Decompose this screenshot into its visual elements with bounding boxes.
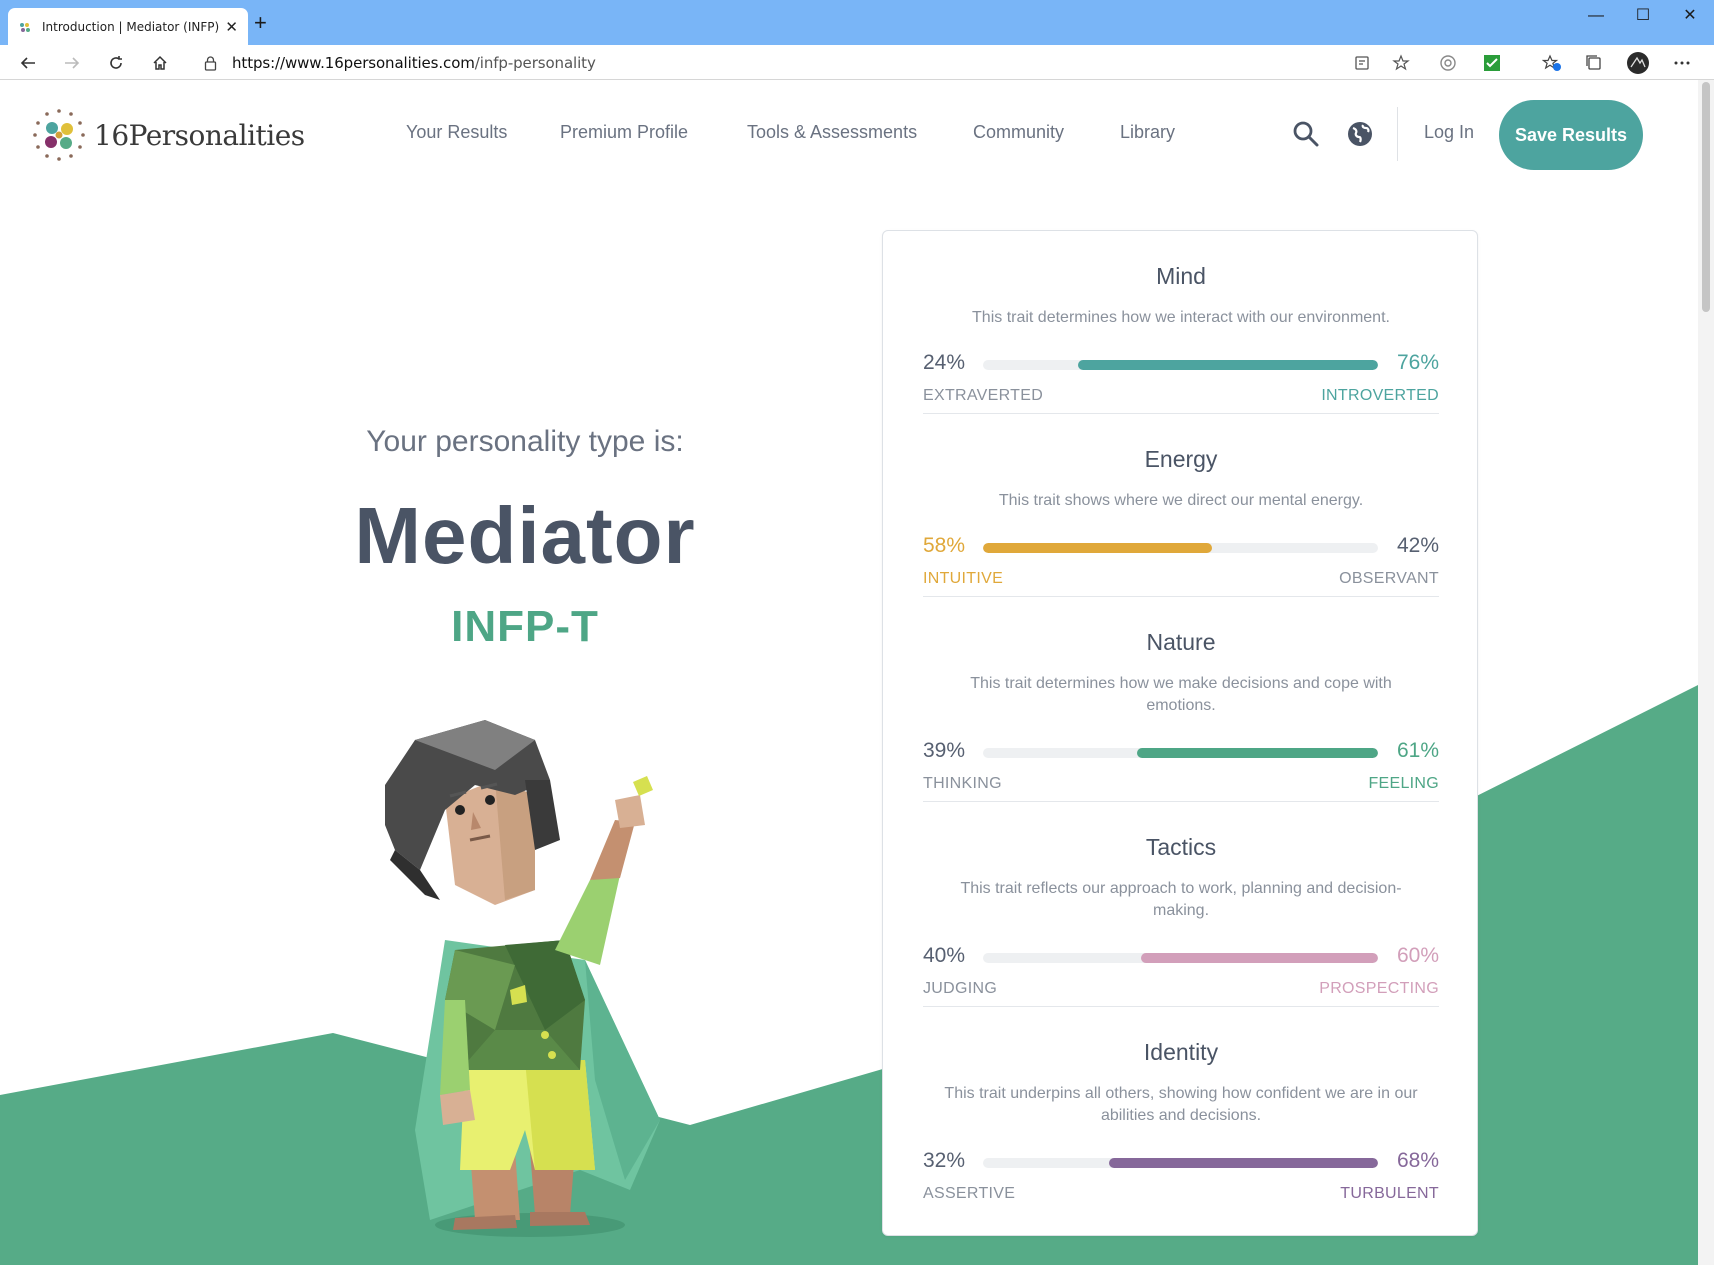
trait-progress-track <box>983 543 1378 553</box>
save-results-button[interactable]: Save Results <box>1499 100 1643 170</box>
trait-right-label: INTROVERTED <box>1321 387 1439 404</box>
trait-title: Energy <box>1144 446 1218 472</box>
trait-right-percent: 60% <box>1396 944 1439 967</box>
trait-left-percent: 58% <box>923 534 966 557</box>
more-options-icon[interactable] <box>1668 50 1696 76</box>
trait-progress-fill <box>1141 953 1378 963</box>
trait-right-label: PROSPECTING <box>1319 980 1439 997</box>
browser-titlebar: Introduction | Mediator (INFP) Pe ✕ + — … <box>0 0 1714 45</box>
trait-title: Nature <box>1146 629 1216 655</box>
trait-identity: Identity This trait underpins all others,… <box>923 1007 1439 1237</box>
back-icon[interactable] <box>14 50 42 76</box>
trait-description: This trait determines how we make decisi… <box>970 675 1392 714</box>
search-icon[interactable] <box>1292 120 1320 148</box>
trait-energy: Energy This trait shows where we direct o… <box>923 414 1439 597</box>
profile-avatar-icon[interactable] <box>1624 50 1652 76</box>
trait-progress-fill <box>1109 1158 1378 1168</box>
logo-dots-icon <box>33 109 85 161</box>
trait-right-percent: 76% <box>1396 351 1439 374</box>
trait-bar-row: 58% 42% <box>923 534 1439 562</box>
globe-icon[interactable] <box>1346 120 1374 148</box>
login-link[interactable]: Log In <box>1424 122 1474 143</box>
trait-title: Identity <box>1143 1039 1219 1065</box>
url-text: https://www.16personalities.com/infp-per… <box>232 54 596 72</box>
trait-left-percent: 40% <box>923 944 966 967</box>
reader-mode-icon[interactable] <box>1349 50 1377 76</box>
trait-title: Mind <box>1156 263 1206 289</box>
trait-progress-track <box>983 748 1378 758</box>
tab-title: Introduction | Mediator (INFP) Pe <box>42 19 220 34</box>
site-logo[interactable]: 16Personalities <box>32 108 305 162</box>
trait-right-label: OBSERVANT <box>1339 570 1439 587</box>
trait-progress-track <box>983 360 1378 370</box>
trait-nature: Nature This trait determines how we make … <box>923 597 1439 802</box>
trait-right-percent: 68% <box>1396 1149 1439 1172</box>
nav-premium-profile[interactable]: Premium Profile <box>560 122 688 143</box>
nav-tools-assessments[interactable]: Tools & Assessments <box>747 122 917 143</box>
nav-your-results[interactable]: Your Results <box>406 122 507 143</box>
nav-library[interactable]: Library <box>1120 122 1175 143</box>
trait-left-label: ASSERTIVE <box>923 1185 1016 1202</box>
trait-description: This trait determines how we interact wi… <box>972 309 1390 326</box>
trait-bar-row: 39% 61% <box>923 739 1439 767</box>
trait-left-percent: 24% <box>923 351 966 374</box>
trait-bar-row: 24% 76% <box>923 351 1439 379</box>
trait-progress-track <box>983 953 1378 963</box>
nav-community[interactable]: Community <box>973 122 1064 143</box>
trait-left-label: INTUITIVE <box>923 570 1004 587</box>
trait-tactics: Tactics This trait reflects our approach … <box>923 802 1439 1007</box>
trait-bar-row: 40% 60% <box>923 944 1439 972</box>
trait-left-percent: 39% <box>923 739 966 762</box>
trait-description: This trait shows where we direct our men… <box>998 492 1364 509</box>
trait-right-percent: 42% <box>1396 534 1439 557</box>
forward-icon[interactable] <box>58 50 86 76</box>
favorites-icon[interactable] <box>1538 50 1566 76</box>
traits-card: Mind This trait determines how we interac… <box>882 230 1478 1236</box>
favorite-star-icon[interactable] <box>1387 50 1415 76</box>
personality-type-name: Mediator <box>354 491 696 580</box>
trait-progress-fill <box>983 543 1212 553</box>
page-scrollbar[interactable] <box>1698 80 1714 1265</box>
maximize-icon[interactable]: ☐ <box>1620 4 1666 28</box>
mediator-character-illustration <box>385 720 660 1237</box>
close-window-icon[interactable]: ✕ <box>1667 4 1713 28</box>
home-icon[interactable] <box>146 50 174 76</box>
scrollbar-thumb[interactable] <box>1702 82 1710 312</box>
web-page: 16Personalities Your Results Premium Pro… <box>0 80 1698 1265</box>
trait-progress-fill <box>1078 360 1378 370</box>
collections-icon[interactable] <box>1580 50 1608 76</box>
browser-tab[interactable]: Introduction | Mediator (INFP) Pe ✕ <box>8 8 248 45</box>
logo-text: 16Personalities <box>94 118 305 152</box>
trait-progress-fill <box>1137 748 1378 758</box>
trait-description: This trait underpins all others, showing… <box>944 1085 1418 1124</box>
trait-right-label: FEELING <box>1368 775 1439 792</box>
trait-description: This trait reflects our approach to work… <box>960 880 1402 919</box>
trait-left-label: EXTRAVERTED <box>923 387 1044 404</box>
trait-mind: Mind This trait determines how we interac… <box>923 231 1439 414</box>
address-bar[interactable]: https://www.16personalities.com/infp-per… <box>190 48 1420 78</box>
extension-icon[interactable] <box>1434 50 1462 76</box>
trait-left-label: THINKING <box>923 775 1002 792</box>
trait-right-label: TURBULENT <box>1340 1185 1439 1202</box>
checkmark-extension-icon[interactable] <box>1478 50 1506 76</box>
trait-left-percent: 32% <box>923 1149 966 1172</box>
trait-right-percent: 61% <box>1396 739 1439 762</box>
trait-left-label: JUDGING <box>923 980 998 997</box>
trait-title: Tactics <box>1145 834 1217 860</box>
nav-divider <box>1397 107 1398 161</box>
personality-type-code: INFP-T <box>451 602 599 651</box>
refresh-icon[interactable] <box>102 50 130 76</box>
tab-close-icon[interactable]: ✕ <box>225 18 238 36</box>
browser-toolbar: https://www.16personalities.com/infp-per… <box>0 45 1714 80</box>
trait-bar-row: 32% 68% <box>923 1149 1439 1177</box>
lock-icon[interactable] <box>202 53 218 73</box>
minimize-icon[interactable]: — <box>1573 4 1619 28</box>
new-tab-icon[interactable]: + <box>254 10 267 36</box>
hero-subtitle: Your personality type is: <box>366 425 684 458</box>
trait-progress-track <box>983 1158 1378 1168</box>
site-favicon-icon <box>20 22 30 32</box>
